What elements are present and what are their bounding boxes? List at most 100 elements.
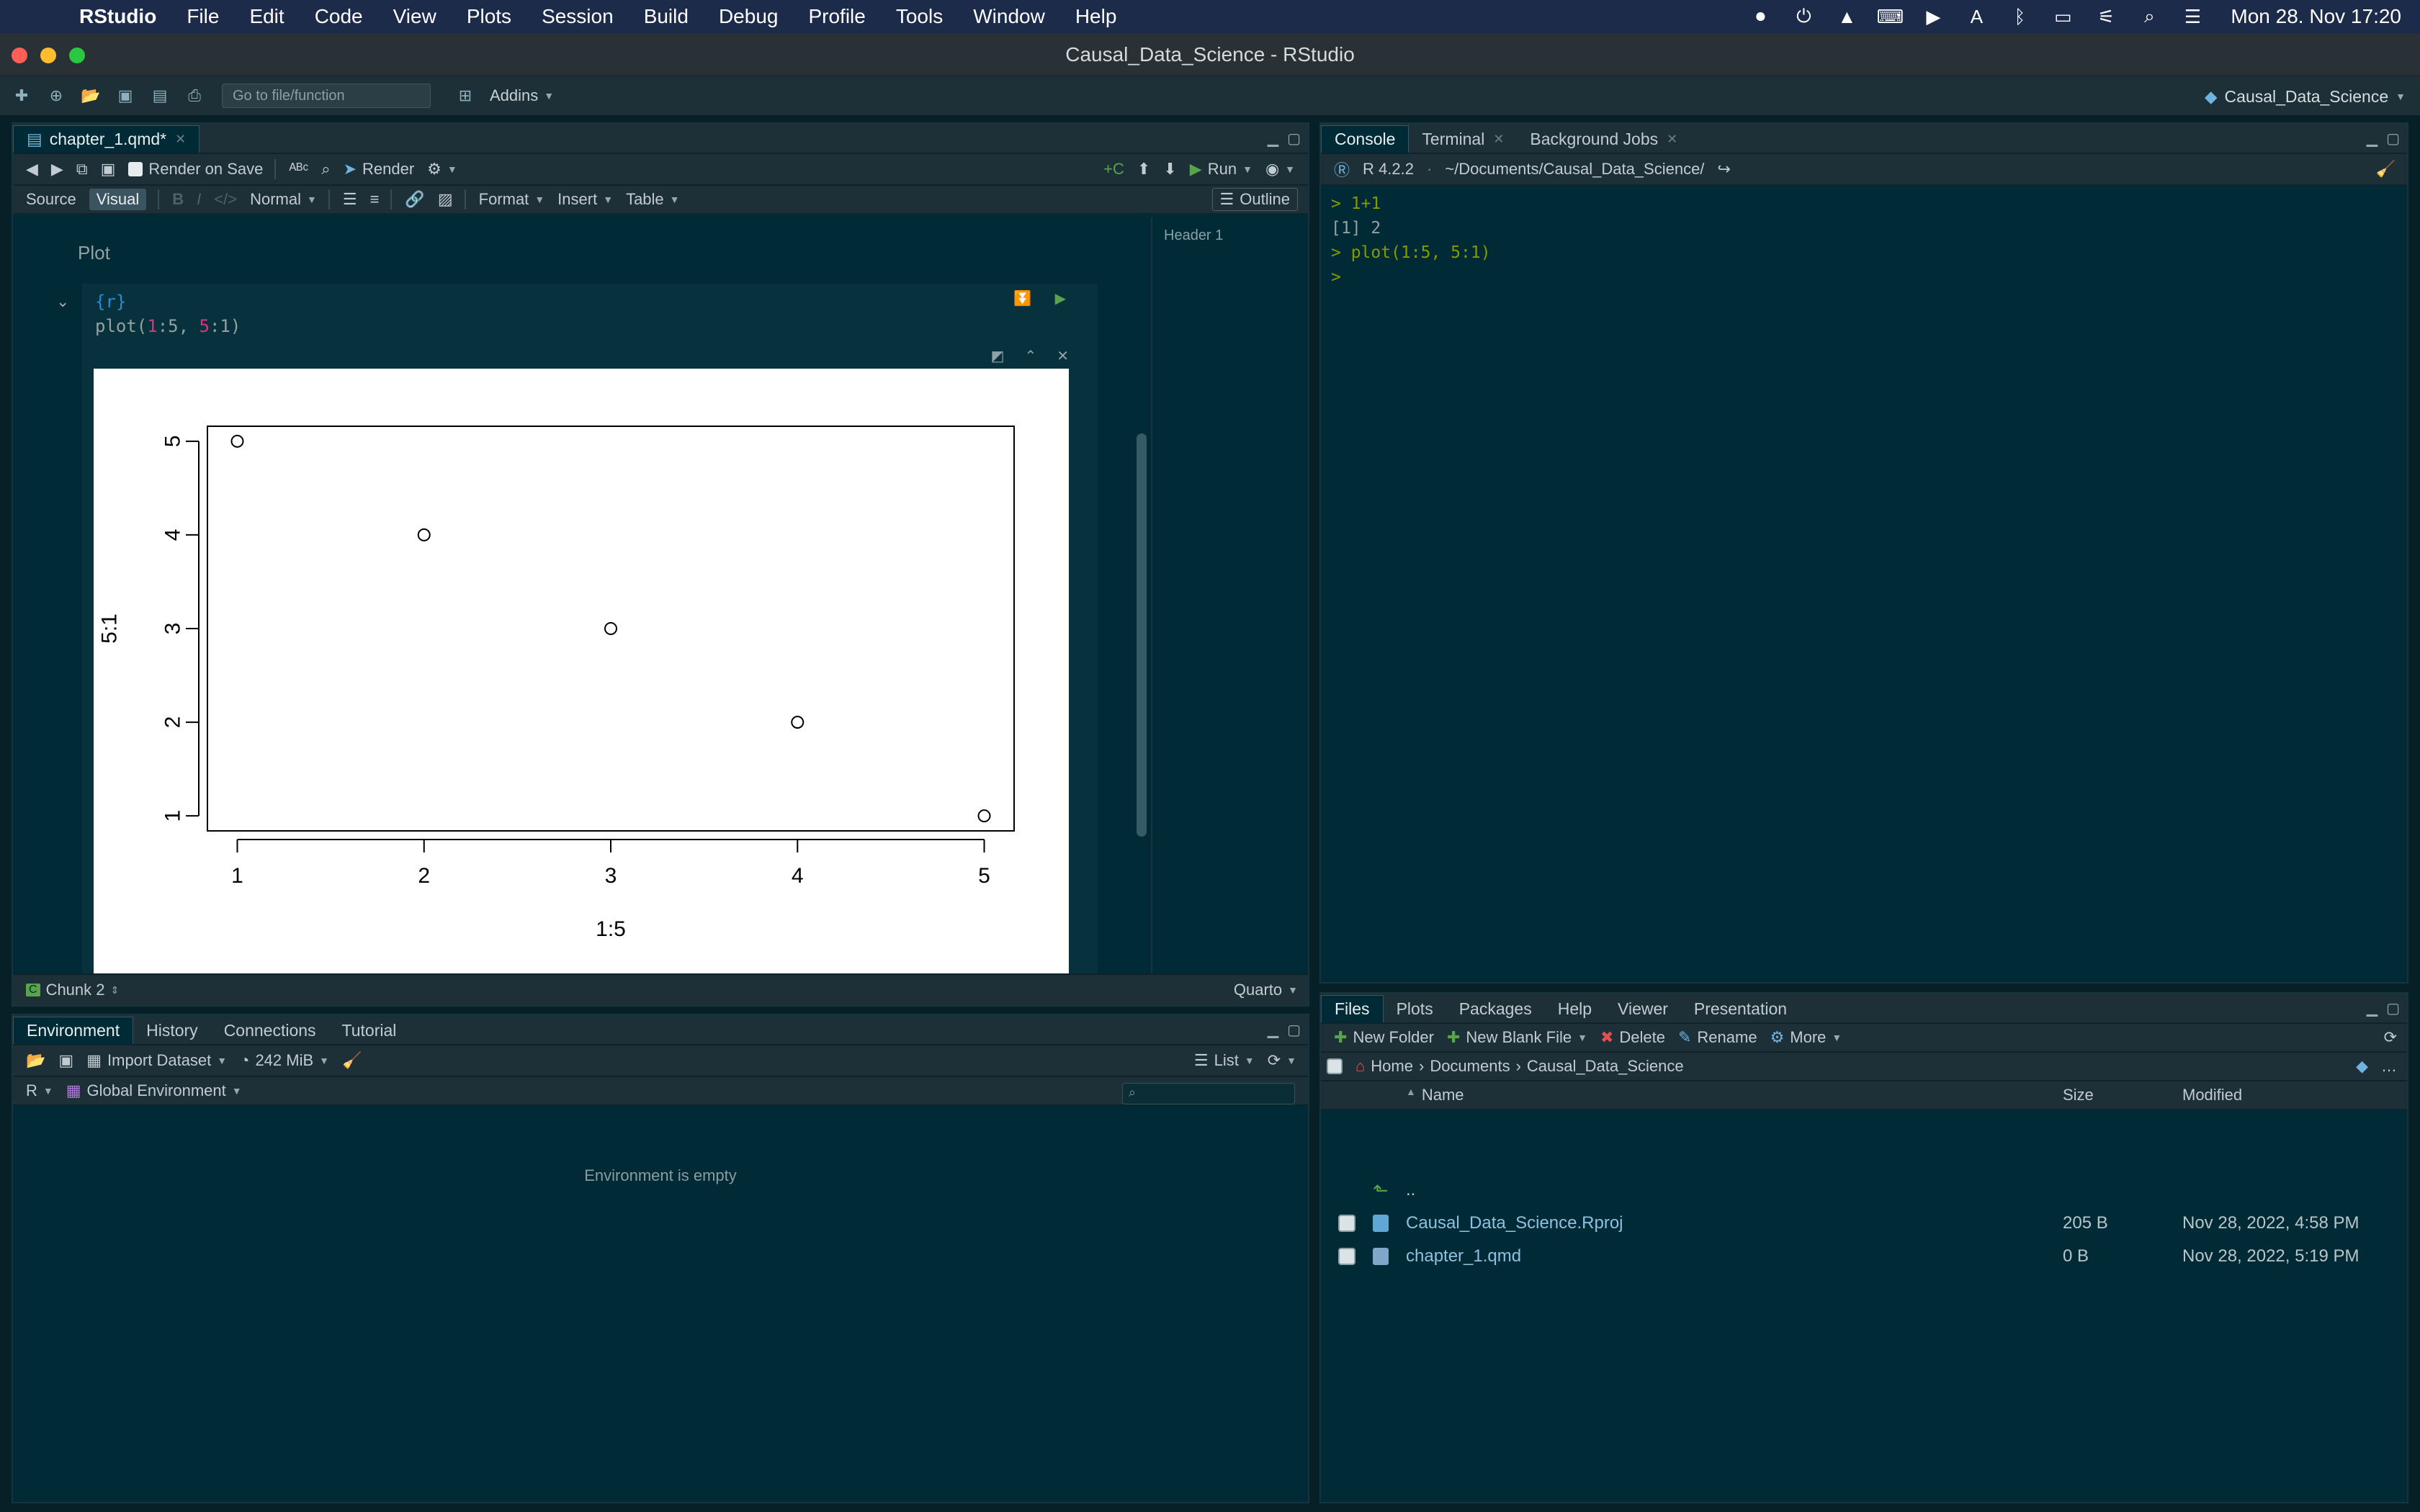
forward-icon[interactable]: ▶ — [51, 160, 63, 179]
file-row[interactable]: Causal_Data_Science.Rproj 205 B Nov 28, … — [1321, 1207, 2407, 1240]
tab-viewer[interactable]: Viewer — [1605, 995, 1681, 1022]
code-chunk[interactable]: {r} plot(1:5, 5:1) ⏬ ▶ ◩ ⌃ ✕ 12345123451… — [82, 284, 1098, 973]
source-mode-button[interactable]: Source — [26, 190, 76, 209]
refresh-icon[interactable]: ⟳ — [2384, 1028, 2397, 1047]
visual-mode-button[interactable]: Visual — [89, 189, 147, 210]
minimize-pane-icon[interactable]: ▁ — [2367, 130, 2378, 148]
home-icon[interactable]: ⌂ — [1355, 1057, 1365, 1076]
breadcrumb-documents[interactable]: Documents — [1430, 1057, 1510, 1076]
battery-icon[interactable]: ▭ — [2051, 4, 2075, 29]
publish-icon[interactable]: ◉ ▼ — [1265, 160, 1295, 179]
clock[interactable]: Mon 28. Nov 17:20 — [2231, 5, 2401, 28]
breadcrumb-home[interactable]: Home — [1371, 1057, 1413, 1076]
record-icon[interactable]: ⏺ — [1748, 4, 1773, 29]
tab-tutorial[interactable]: Tutorial — [329, 1017, 410, 1044]
import-dataset-menu[interactable]: ▦ Import Dataset ▼ — [86, 1051, 227, 1070]
environment-search-input[interactable]: ⌕ — [1122, 1083, 1295, 1104]
console-prompt[interactable]: > — [1331, 265, 2397, 289]
tab-plots[interactable]: Plots — [1384, 995, 1446, 1022]
load-workspace-icon[interactable]: 📂 — [26, 1051, 45, 1070]
maximize-pane-icon[interactable]: ▢ — [2386, 999, 2400, 1017]
open-file-icon[interactable]: 📂 — [78, 85, 104, 107]
run-button[interactable]: ▶ Run ▼ — [1190, 160, 1252, 179]
menu-tools[interactable]: Tools — [896, 5, 943, 28]
collapse-output-icon[interactable]: ⌃ — [1024, 347, 1036, 365]
print-icon[interactable]: ⎙ — [182, 85, 207, 107]
control-center-icon[interactable]: ☰ — [2180, 4, 2205, 29]
column-header-name[interactable]: ▲ Name — [1406, 1086, 1464, 1104]
file-checkbox[interactable] — [1338, 1248, 1355, 1265]
editor-scrollbar[interactable] — [1137, 433, 1147, 837]
tab-packages[interactable]: Packages — [1446, 995, 1545, 1022]
new-folder-button[interactable]: ✚ New Folder — [1334, 1028, 1434, 1047]
tab-connections[interactable]: Connections — [211, 1017, 329, 1044]
file-name[interactable]: chapter_1.qmd — [1406, 1246, 1521, 1266]
project-menu[interactable]: ◆ Causal_Data_Science ▼ — [2205, 76, 2406, 117]
go-down-icon[interactable]: ⬇ — [1163, 160, 1176, 179]
gear-icon[interactable]: ⚙ ▼ — [427, 160, 457, 179]
menu-code[interactable]: Code — [315, 5, 363, 28]
save-icon[interactable]: ▣ — [112, 85, 138, 107]
delete-button[interactable]: ✖ Delete — [1600, 1028, 1665, 1047]
bullet-list-icon[interactable]: ☰ — [343, 190, 357, 209]
filetype-menu[interactable]: Quarto ▼ — [1234, 981, 1298, 999]
close-window-button[interactable] — [12, 48, 27, 63]
column-header-modified[interactable]: Modified — [2182, 1086, 2242, 1104]
menu-view[interactable]: View — [393, 5, 436, 28]
tab-terminal[interactable]: Terminal ✕ — [1409, 125, 1517, 153]
render-on-save-toggle[interactable]: Render on Save — [128, 160, 263, 179]
render-on-save-checkbox[interactable] — [128, 162, 143, 176]
chunk-fold-icon[interactable]: ⌄ — [56, 292, 69, 311]
save-workspace-icon[interactable]: ▣ — [58, 1051, 73, 1070]
new-blank-file-button[interactable]: ✚ New Blank File ▼ — [1447, 1028, 1587, 1047]
close-tab-icon[interactable]: ✕ — [175, 132, 186, 147]
working-directory[interactable]: ~/Documents/Causal_Data_Science/ — [1445, 160, 1704, 179]
menu-help[interactable]: Help — [1075, 5, 1117, 28]
close-tab-icon[interactable]: ✕ — [1667, 132, 1677, 147]
minimize-pane-icon[interactable]: ▁ — [2367, 999, 2378, 1017]
menu-app-name[interactable]: RStudio — [79, 5, 156, 28]
view-mode-menu[interactable]: ☰ List ▼ — [1194, 1051, 1255, 1070]
menu-session[interactable]: Session — [542, 5, 614, 28]
menu-plots[interactable]: Plots — [467, 5, 511, 28]
menu-profile[interactable]: Profile — [808, 5, 865, 28]
drive-icon[interactable]: ▲ — [1834, 4, 1859, 29]
tab-presentation[interactable]: Presentation — [1681, 995, 1800, 1022]
italic-icon[interactable]: I — [197, 190, 201, 209]
save-all-icon[interactable]: ▤ — [147, 85, 173, 107]
play-icon[interactable]: ▶ — [1921, 4, 1945, 29]
menu-file[interactable]: File — [187, 5, 219, 28]
goto-file-input[interactable]: Go to file/function — [222, 84, 431, 108]
outline-toggle-button[interactable]: ☰ Outline — [1211, 188, 1298, 211]
column-header-size[interactable]: Size — [2063, 1086, 2094, 1104]
keyboard-icon[interactable]: ⌨ — [1877, 4, 1904, 29]
more-menu[interactable]: ⚙ More ▼ — [1770, 1028, 1842, 1047]
select-all-checkbox[interactable] — [1327, 1058, 1343, 1074]
minimize-pane-icon[interactable]: ▁ — [1268, 130, 1278, 148]
tab-console[interactable]: Console — [1321, 125, 1410, 153]
new-project-icon[interactable]: ⊕ — [43, 85, 69, 107]
code-icon[interactable]: </> — [214, 190, 237, 209]
expand-output-icon[interactable]: ◩ — [991, 347, 1005, 365]
run-previous-chunks-icon[interactable]: ⏬ — [1013, 289, 1031, 307]
minimize-pane-icon[interactable]: ▁ — [1268, 1021, 1278, 1039]
parent-directory-link[interactable]: .. — [1406, 1180, 1415, 1200]
style-select[interactable]: Normal ▼ — [250, 190, 317, 209]
close-tab-icon[interactable]: ✕ — [1493, 132, 1504, 147]
file-name[interactable]: Causal_Data_Science.Rproj — [1406, 1213, 1623, 1233]
save-icon[interactable]: ▣ — [101, 160, 116, 179]
bold-icon[interactable]: B — [172, 190, 184, 209]
zoom-window-button[interactable] — [69, 48, 85, 63]
maximize-pane-icon[interactable]: ▢ — [1287, 1021, 1301, 1039]
new-file-icon[interactable]: ✚ — [9, 85, 35, 107]
link-icon[interactable]: 🔗 — [405, 190, 424, 209]
go-to-directory-icon[interactable]: ↪ — [1717, 160, 1730, 179]
run-chunk-icon[interactable]: ▶ — [1055, 289, 1066, 307]
minimize-window-button[interactable] — [40, 48, 56, 63]
file-row[interactable]: chapter_1.qmd 0 B Nov 28, 2022, 5:19 PM — [1321, 1240, 2407, 1273]
image-icon[interactable]: ▨ — [438, 190, 453, 209]
maximize-pane-icon[interactable]: ▢ — [2386, 130, 2400, 148]
rename-button[interactable]: ✎ Rename — [1678, 1028, 1757, 1047]
wifi-off-icon[interactable]: ⚟ — [2094, 4, 2118, 29]
addins-menu[interactable]: Addins ▼ — [490, 86, 554, 105]
